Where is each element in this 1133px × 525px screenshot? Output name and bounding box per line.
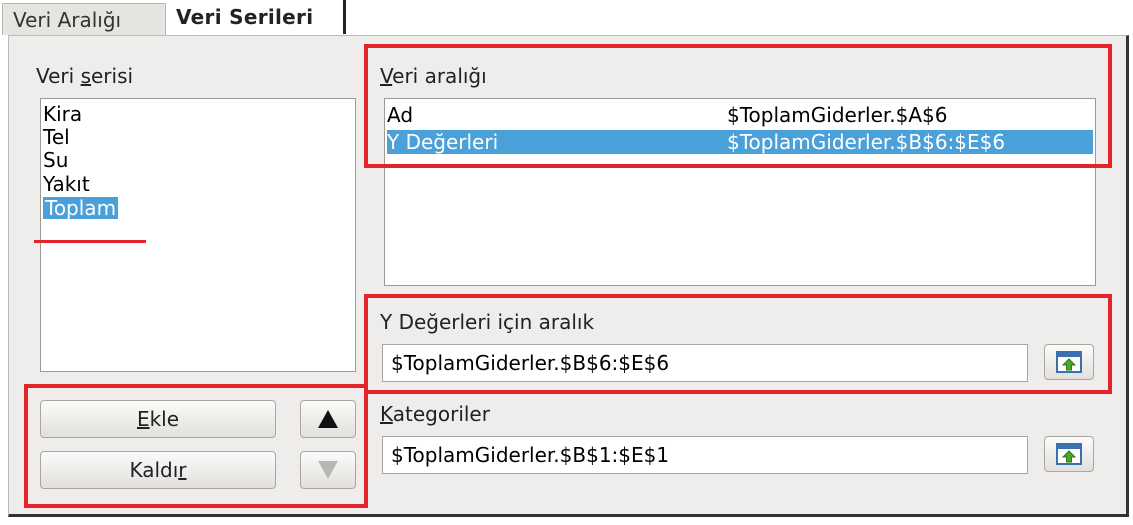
remove-series-button[interactable]: Kaldı r — [40, 451, 276, 489]
list-item[interactable]: Tel — [43, 126, 70, 148]
categories-input[interactable]: $ToplamGiderler.$B$1:$E$1 — [382, 436, 1028, 474]
categories-label: Kategoriler — [380, 402, 490, 426]
data-series-list[interactable]: Kira Tel Su Yakıt Toplam — [40, 98, 356, 372]
data-range-label: Veri aralığı — [380, 64, 487, 88]
data-range-table[interactable]: Ad $ToplamGiderler.$A$6 Y Değerleri $Top… — [384, 98, 1096, 286]
tab-data-range-label: Veri Aralığı — [13, 7, 122, 32]
list-item[interactable]: Su — [43, 149, 68, 171]
add-series-button[interactable]: Ekle — [40, 400, 276, 438]
list-item[interactable]: Kira — [43, 103, 82, 125]
range-cell: $ToplamGiderler.$B$6:$E$6 — [727, 130, 1006, 154]
list-item-selected[interactable]: Toplam — [43, 197, 119, 219]
shrink-range-icon — [1056, 443, 1082, 465]
range-cell: $ToplamGiderler.$A$6 — [727, 103, 948, 127]
triangle-up-icon — [318, 410, 338, 428]
move-down-button[interactable] — [300, 451, 356, 489]
table-row[interactable]: Ad $ToplamGiderler.$A$6 — [387, 103, 1093, 127]
selection-underline-annotation — [34, 240, 146, 243]
data-series-label: Veri serisi — [36, 64, 134, 88]
categories-shrink-button[interactable] — [1044, 436, 1094, 472]
y-range-label: Y Değerleri için aralık — [380, 310, 595, 334]
shrink-range-icon — [1056, 351, 1082, 373]
triangle-down-icon — [318, 461, 338, 479]
table-row-selected[interactable]: Y Değerleri $ToplamGiderler.$B$6:$E$6 — [387, 130, 1093, 154]
y-range-input[interactable]: $ToplamGiderler.$B$6:$E$6 — [382, 344, 1028, 382]
role-cell: Y Değerleri — [387, 130, 499, 154]
y-range-shrink-button[interactable] — [1044, 344, 1094, 380]
list-item[interactable]: Yakıt — [43, 173, 90, 195]
role-cell: Ad — [387, 103, 414, 127]
tab-data-series-label: Veri Serileri — [176, 5, 314, 29]
tab-data-range[interactable]: Veri Aralığı — [2, 3, 166, 35]
move-up-button[interactable] — [300, 400, 356, 438]
tab-data-series[interactable]: Veri Serileri — [166, 0, 346, 34]
